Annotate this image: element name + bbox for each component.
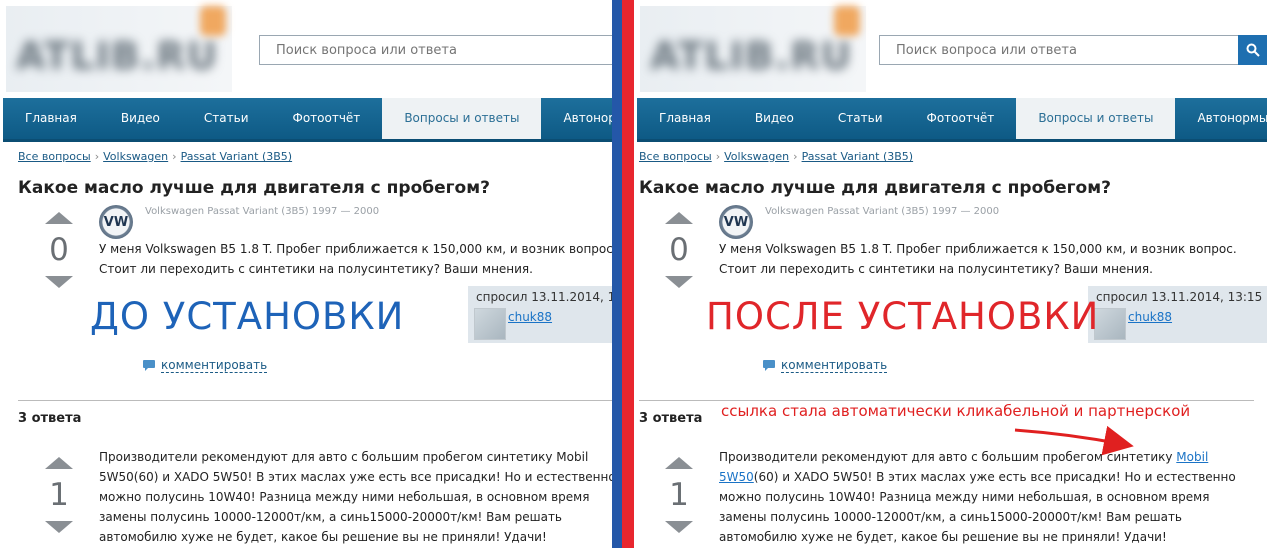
after-panel: ATLIB.RU Главная Видео Статьи Фотоотчёт … (634, 0, 1267, 548)
breadcrumb-volkswagen[interactable]: Volkswagen (103, 150, 168, 163)
nav-item-video[interactable]: Видео (733, 98, 816, 139)
answer-text: Производители рекомендуют для авто с бол… (719, 447, 1254, 547)
before-panel: ATLIB.RU Главная Видео Статьи Фотоотчёт … (0, 0, 614, 548)
nav-item-autonorms[interactable]: Автонормы (541, 98, 614, 139)
user-link[interactable]: chuk88 (1128, 310, 1172, 324)
vote-count: 0 (669, 232, 689, 268)
nav-item-photo-report[interactable]: Фотоотчёт (905, 98, 1017, 139)
asker-card: спросил 13.11.2014, 13:15 chuk88 (1088, 286, 1267, 343)
nav-item-articles[interactable]: Статьи (816, 98, 905, 139)
divider-red (622, 0, 634, 548)
car-meta: Volkswagen Passat Variant (3B5) 1997 — 2… (145, 206, 380, 217)
chevron-right-icon: › (172, 150, 177, 163)
nav-item-qa[interactable]: Вопросы и ответы (382, 98, 542, 139)
search-input[interactable] (260, 36, 614, 64)
breadcrumb-all-questions[interactable]: Все вопросы (18, 150, 91, 163)
main-nav: Главная Видео Статьи Фотоотчёт Вопросы и… (637, 98, 1267, 142)
answer-vote: 1 (664, 457, 694, 533)
answer-post-link: (60) и XADO 5W50! В этих маслах уже есть… (99, 470, 614, 544)
breadcrumb-passat[interactable]: Passat Variant (3B5) (181, 150, 293, 163)
nav-item-home[interactable]: Главная (637, 98, 733, 139)
vote-up-icon[interactable] (665, 212, 693, 224)
breadcrumb: Все вопросы › Volkswagen › Passat Variant (3… (639, 150, 913, 163)
asked-date: спросил 13.11.2014, 13:15 (1096, 290, 1263, 304)
annotation-text: ссылка стала автоматически кликабельной … (721, 402, 1191, 420)
question-vote: 0 (664, 212, 694, 288)
divider-blue (612, 0, 622, 548)
answer-pre-link: Производители рекомендуют для авто с бол… (99, 450, 557, 464)
comment-icon (763, 360, 775, 371)
vote-down-icon[interactable] (45, 521, 73, 533)
arrow-icon (1014, 425, 1134, 456)
search-field[interactable] (259, 35, 614, 65)
nav-item-photo-report[interactable]: Фотоотчёт (271, 98, 383, 139)
chevron-right-icon: › (94, 150, 100, 163)
answers-count: 3 ответа (639, 411, 703, 426)
question-vote: 0 (44, 212, 74, 288)
nav-item-autonorms[interactable]: Автонормы (1175, 98, 1267, 139)
main-nav: Главная Видео Статьи Фотоотчёт Вопросы и… (3, 98, 614, 142)
vote-up-icon[interactable] (665, 457, 693, 469)
comment-icon (143, 360, 155, 371)
before-stamp: ДО УСТАНОВКИ (90, 295, 405, 338)
nav-item-qa[interactable]: Вопросы и ответы (1016, 98, 1176, 139)
vw-logo-icon: VW (99, 205, 133, 239)
divider (639, 400, 1254, 401)
comment-label[interactable]: комментировать (781, 358, 888, 373)
question-text: У меня Volkswagen B5 1.8 T. Пробег прибл… (99, 242, 614, 276)
site-logo[interactable]: ATLIB.RU (6, 6, 232, 92)
car-meta: Volkswagen Passat Variant (3B5) 1997 — 2… (765, 206, 1000, 217)
after-stamp: ПОСЛЕ УСТАНОВКИ (706, 295, 1100, 338)
search-field[interactable] (879, 35, 1239, 65)
divider (18, 400, 614, 401)
question-title: Какое масло лучше для двигателя с пробег… (639, 178, 1111, 198)
comment-label[interactable]: комментировать (161, 358, 268, 373)
search-icon (1246, 43, 1260, 57)
vote-up-icon[interactable] (45, 212, 73, 224)
vw-logo-icon: VW (719, 205, 753, 239)
breadcrumb-passat[interactable]: Passat Variant (3B5) (802, 150, 914, 163)
answer-post-link: (60) и XADO 5W50! В этих маслах уже есть… (719, 470, 1236, 544)
question-title: Какое масло лучше для двигателя с пробег… (18, 178, 490, 198)
vote-up-icon[interactable] (45, 457, 73, 469)
breadcrumb-volkswagen[interactable]: Volkswagen (724, 150, 789, 163)
nav-item-video[interactable]: Видео (99, 98, 182, 139)
vote-count: 1 (669, 477, 689, 513)
asked-date: спросил 13.11.2014, 13: (476, 290, 614, 304)
nav-item-articles[interactable]: Статьи (182, 98, 271, 139)
chevron-right-icon: › (715, 150, 721, 163)
breadcrumb: Все вопросы › Volkswagen › Passat Variant (3… (18, 150, 292, 163)
nav-item-home[interactable]: Главная (3, 98, 99, 139)
answer-vote: 1 (44, 457, 74, 533)
vote-count: 1 (49, 477, 69, 513)
comment-link[interactable]: комментировать (143, 358, 268, 373)
avatar[interactable] (474, 308, 506, 340)
site-logo[interactable]: ATLIB.RU (640, 6, 866, 92)
vote-down-icon[interactable] (45, 276, 73, 288)
asker-card: спросил 13.11.2014, 13: chuk88 (468, 286, 614, 343)
search-input[interactable] (880, 36, 1238, 64)
user-link[interactable]: chuk88 (508, 310, 552, 324)
vote-down-icon[interactable] (665, 276, 693, 288)
question-text: У меня Volkswagen B5 1.8 T. Пробег прибл… (719, 242, 1237, 276)
answers-count: 3 ответа (18, 411, 82, 426)
breadcrumb-all-questions[interactable]: Все вопросы (639, 150, 712, 163)
search-button[interactable] (1238, 35, 1267, 65)
vote-down-icon[interactable] (665, 521, 693, 533)
vote-count: 0 (49, 232, 69, 268)
comment-link[interactable]: комментировать (763, 358, 888, 373)
answer-text: Производители рекомендуют для авто с бол… (99, 447, 614, 547)
chevron-right-icon: › (793, 150, 798, 163)
